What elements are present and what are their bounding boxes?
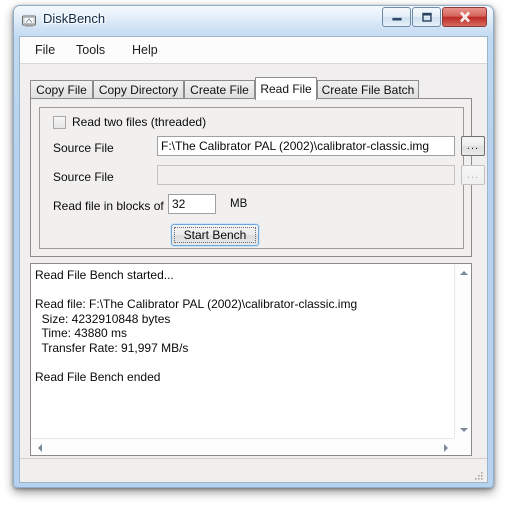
output-log-text: Read File Bench started... Read file: F:…: [35, 268, 358, 385]
vertical-scrollbar[interactable]: [454, 264, 471, 438]
start-bench-button[interactable]: Start Bench: [171, 224, 259, 246]
tab-panel-read-file: Read two files (threaded) Source File F:…: [30, 98, 485, 257]
maximize-button[interactable]: [412, 7, 441, 27]
source-file-1-input[interactable]: F:\The Calibrator PAL (2002)\calibrator-…: [157, 136, 455, 156]
browse-source-file-2-button[interactable]: ...: [461, 165, 485, 185]
window-client-area: File Tools Help Copy File Copy Directory…: [19, 36, 488, 483]
application-window: DiskBench File Tools Help Copy File Copy…: [13, 5, 494, 488]
close-button[interactable]: [442, 7, 487, 27]
scrollbar-corner: [454, 438, 471, 455]
tab-create-file[interactable]: Create File: [184, 80, 255, 99]
scroll-down-icon[interactable]: [456, 422, 471, 437]
menu-item-tools[interactable]: Tools: [70, 42, 111, 58]
read-file-options-group: Read two files (threaded) Source File F:…: [39, 107, 485, 249]
resize-grip[interactable]: [472, 468, 484, 480]
output-log-panel[interactable]: Read File Bench started... Read file: F:…: [30, 263, 472, 456]
scroll-right-icon[interactable]: [438, 440, 453, 455]
maximize-icon: [413, 8, 440, 26]
source-file-1-label: Source File: [53, 141, 114, 155]
close-icon: [443, 8, 486, 26]
horizontal-scrollbar[interactable]: [31, 438, 454, 455]
window-title: DiskBench: [43, 11, 106, 26]
minimize-button[interactable]: [382, 7, 411, 27]
menu-bar: File Tools Help: [20, 37, 487, 64]
disk-monitor-icon: [21, 13, 37, 29]
browse-source-file-1-button[interactable]: ...: [461, 136, 485, 156]
scroll-left-icon[interactable]: [32, 440, 47, 455]
tab-copy-directory[interactable]: Copy Directory: [93, 80, 184, 99]
block-size-label: Read file in blocks of: [53, 199, 164, 213]
scroll-up-icon[interactable]: [456, 265, 471, 280]
read-two-files-checkbox[interactable]: [53, 116, 66, 129]
focus-outline: [174, 227, 256, 243]
menu-item-help[interactable]: Help: [126, 42, 164, 58]
title-bar[interactable]: DiskBench: [14, 6, 493, 36]
source-file-2-input[interactable]: [157, 165, 455, 185]
source-file-2-label: Source File: [53, 170, 114, 184]
read-two-files-label: Read two files (threaded): [72, 115, 207, 129]
tab-read-file[interactable]: Read File: [255, 77, 317, 100]
minimize-icon: [383, 8, 410, 26]
block-size-unit-label: MB: [230, 198, 248, 210]
tab-create-file-batch[interactable]: Create File Batch: [317, 80, 419, 99]
status-bar: [20, 458, 487, 482]
menu-item-file[interactable]: File: [29, 42, 61, 58]
block-size-input[interactable]: 32: [168, 194, 216, 214]
tab-copy-file[interactable]: Copy File: [30, 80, 93, 99]
